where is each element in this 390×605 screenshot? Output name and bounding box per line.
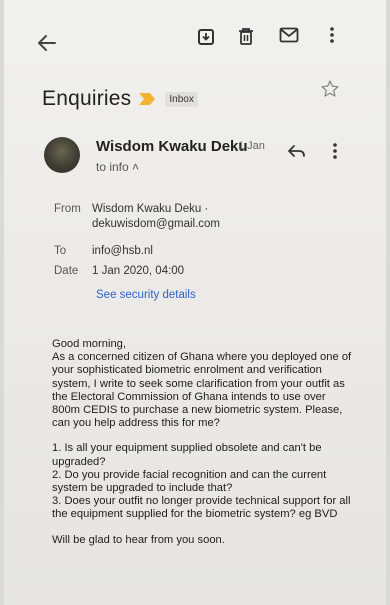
date-label: Date [54, 265, 79, 277]
email-date-short: 1 Jan [238, 140, 265, 152]
from-email[interactable]: dekuwisdom@gmail.com [92, 218, 220, 230]
from-name: Wisdom Kwaku Deku · [92, 203, 209, 215]
to-email[interactable]: info@hsb.nl [92, 245, 153, 257]
top-toolbar [4, 0, 386, 76]
date-value: 1 Jan 2020, 04:00 [92, 265, 185, 277]
chevron-up-icon: ˄ [132, 160, 140, 174]
archive-icon[interactable] [193, 24, 219, 50]
sender-name: Wisdom Kwaku Deku [96, 138, 248, 155]
from-label: From [54, 203, 81, 215]
to-label: To [54, 245, 67, 257]
email-subject: Enquiries [42, 87, 132, 110]
reply-icon[interactable] [284, 138, 310, 164]
body-greeting: Good morning, [52, 338, 127, 350]
message-more-icon[interactable] [322, 138, 348, 164]
arrow-back-icon[interactable] [34, 30, 60, 56]
recipient-toggle[interactable]: to info ˄ [96, 160, 139, 174]
sender-avatar[interactable] [44, 137, 80, 173]
body-questions: 1. Is all your equipment supplied obsole… [52, 442, 351, 521]
star-icon[interactable] [317, 76, 343, 102]
inbox-label-chip[interactable]: Inbox [165, 91, 198, 107]
body-paragraph: As a concerned citizen of Ghana where yo… [52, 351, 352, 430]
security-details-link[interactable]: See security details [96, 289, 196, 301]
email-body: Good morning, As a concerned citizen of … [52, 338, 352, 559]
more-vert-icon[interactable] [319, 22, 345, 48]
body-closing: Will be glad to hear from you soon. [52, 533, 225, 546]
recipient-summary: to info [96, 160, 129, 174]
trash-icon[interactable] [233, 23, 259, 49]
body-greeting-and-paragraph: Good morning, [52, 338, 352, 351]
mail-icon[interactable] [276, 22, 302, 48]
important-marker-icon[interactable] [139, 93, 156, 105]
email-view: Enquiries Inbox Wisdom Kwaku Deku 1 Jan … [4, 0, 386, 605]
